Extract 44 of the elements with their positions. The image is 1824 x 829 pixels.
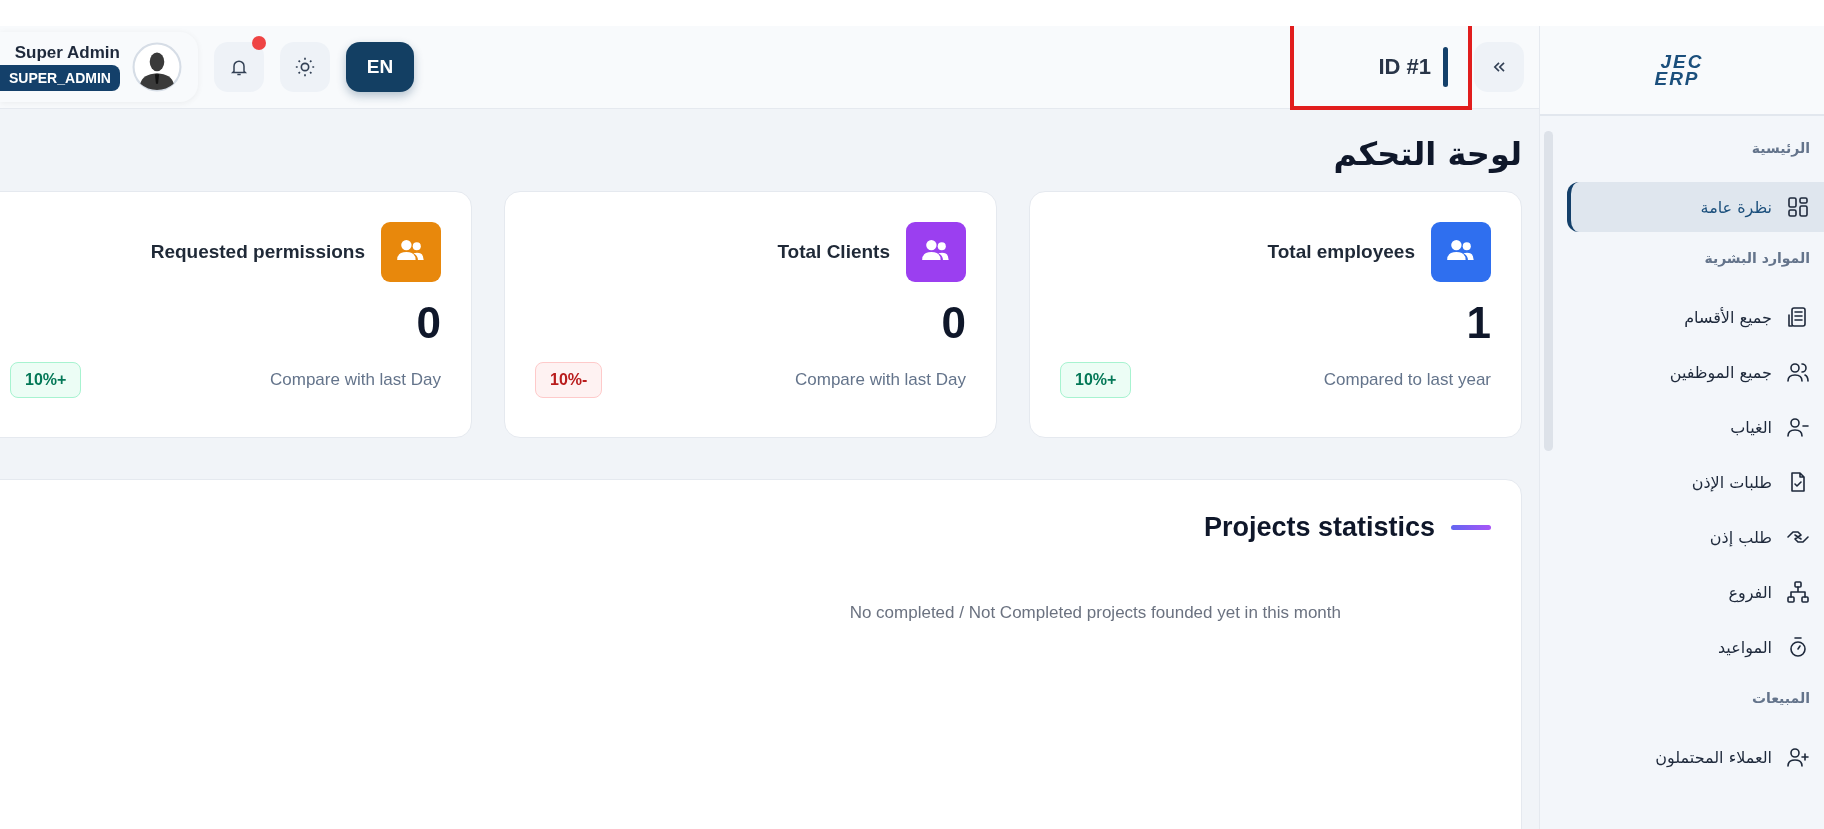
section-title: Projects statistics (1203, 512, 1435, 543)
stat-value: 0 (415, 298, 441, 348)
sidebar-item[interactable]: الغياب (1567, 402, 1824, 452)
card-title: Requested permissions (150, 241, 365, 263)
sun-icon (293, 56, 316, 78)
id-label: ID #1 (1378, 54, 1431, 80)
title-accent (1451, 525, 1491, 530)
collapse-button[interactable] (1474, 42, 1524, 92)
sidebar-item[interactable]: الفروع (1567, 567, 1824, 617)
card-title: Total Clients (777, 241, 890, 263)
theme-button[interactable] (279, 42, 330, 92)
sidebar-item[interactable]: جميع الأقسام (1567, 292, 1824, 342)
user-name: Super Admin (14, 43, 120, 63)
sidebar-item[interactable]: نظرة عامة (1567, 182, 1824, 232)
empty-message: No completed / Not Completed projects founded yet in this month (849, 603, 1341, 623)
card-caption: Compared to last year (1323, 370, 1491, 390)
user-card[interactable]: Super Admin SUPER_ADMIN (0, 32, 198, 102)
avatar-icon (131, 42, 182, 92)
sidebar-item[interactable]: طلبات الإذن (1567, 457, 1824, 507)
card-caption: Compare with last Day (270, 370, 441, 390)
page-title: لوحة التحكم (1333, 135, 1522, 173)
sidebar-item[interactable]: جميع الموظفين (1567, 347, 1824, 397)
section-label: المبيعات (1750, 689, 1811, 708)
hierarchy-icon (1786, 580, 1810, 604)
user-plus-icon (1786, 745, 1810, 769)
card-title: Total employees (1267, 241, 1415, 263)
sidebar-item[interactable]: العملاء المحتملون (1567, 732, 1824, 782)
change-tag: 10%+ (10, 362, 82, 398)
grid-icon (1786, 195, 1810, 219)
notifications-button[interactable] (213, 42, 264, 92)
section-label: الرئيسية (1750, 139, 1811, 159)
card-caption: Compare with last Day (795, 370, 966, 390)
section-label: الموارد البشرية (1703, 249, 1811, 269)
change-tag: 10%+ (1060, 362, 1132, 398)
user-minus-icon (1786, 415, 1810, 439)
users-icon (1786, 360, 1810, 384)
stat-value: 0 (940, 298, 966, 348)
stat-value: 1 (1465, 298, 1491, 348)
sidebar-item[interactable]: طلب إذن (1567, 512, 1824, 562)
language-button[interactable]: EN (345, 42, 414, 92)
sidebar-item[interactable]: المواعيد (1567, 622, 1824, 672)
role-tag: SUPER_ADMIN (0, 65, 120, 91)
change-tag: 10%- (535, 362, 603, 398)
logo: JEC ERP (1540, 26, 1824, 116)
